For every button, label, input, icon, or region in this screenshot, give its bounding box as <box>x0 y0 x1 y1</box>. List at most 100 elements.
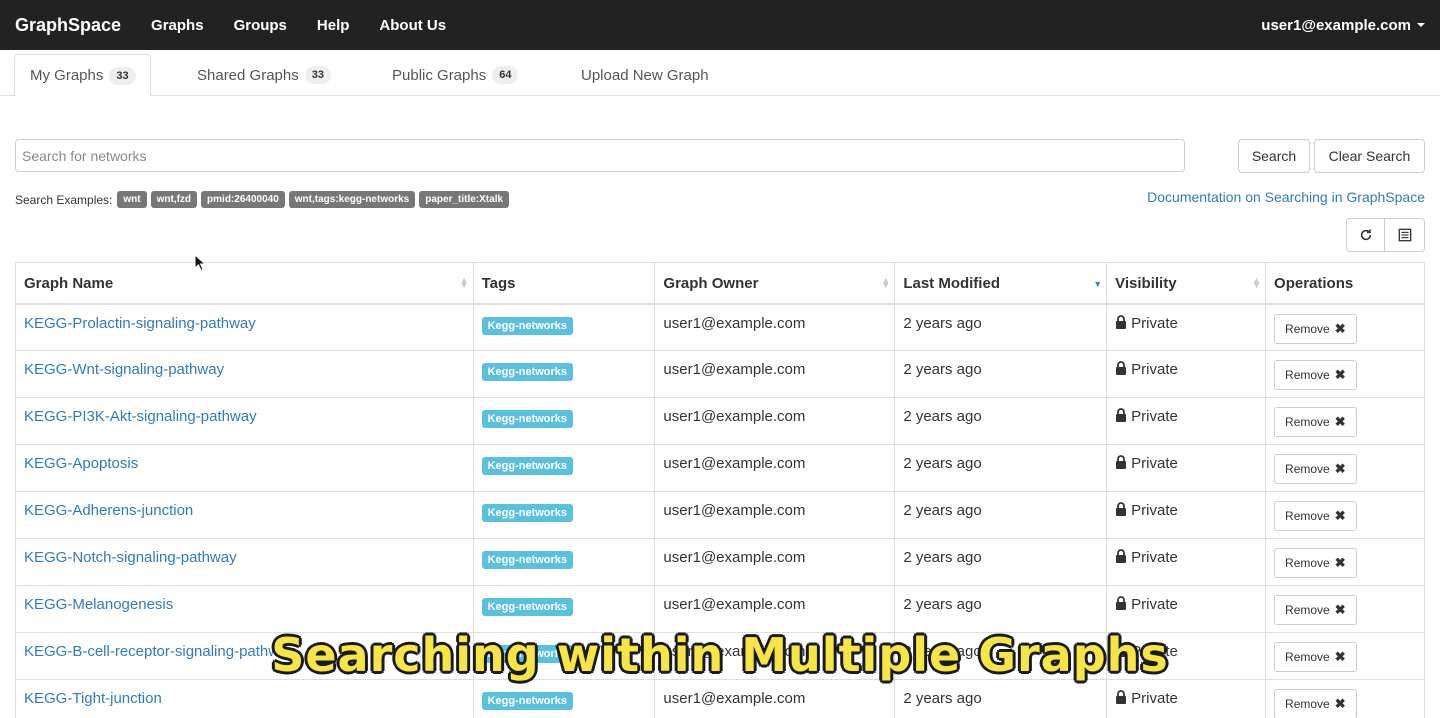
tab-my-graphs[interactable]: My Graphs 33 <box>14 54 151 97</box>
table-row: KEGG-PI3K-Akt-signaling-pathway Kegg-netw… <box>15 397 1425 445</box>
modified-cell: 2 years ago <box>894 444 1108 492</box>
close-icon: ✖ <box>1334 555 1346 570</box>
brand-logo[interactable]: GraphSpace <box>15 15 121 36</box>
sort-icon: ▲ ▼ <box>1252 275 1262 290</box>
columns-toggle-button[interactable] <box>1385 218 1425 252</box>
search-examples-label: Search Examples: <box>15 192 113 207</box>
close-icon: ✖ <box>1334 414 1346 429</box>
owner-cell: user1@example.com <box>654 632 896 680</box>
owner-cell: user1@example.com <box>654 444 896 492</box>
graph-name-cell: KEGG-Adherens-junction <box>15 491 474 539</box>
clear-search-button[interactable]: Clear Search <box>1314 139 1425 173</box>
last-modified: 2 years ago <box>903 549 982 566</box>
remove-button[interactable]: Remove ✖ <box>1274 454 1357 484</box>
count-badge: 33 <box>304 66 331 84</box>
close-icon: ✖ <box>1334 508 1346 523</box>
nav-link-graphs[interactable]: Graphs <box>136 17 219 34</box>
graph-name-link[interactable]: KEGG-Adherens-junction <box>24 502 193 519</box>
operations-cell: Remove ✖ <box>1265 585 1425 633</box>
modified-cell: 2 years ago <box>894 303 1108 351</box>
close-icon: ✖ <box>1334 649 1346 664</box>
modified-cell: 2 years ago <box>894 538 1108 586</box>
remove-button[interactable]: Remove ✖ <box>1274 313 1357 344</box>
tag-badge[interactable]: Kegg-networks <box>481 457 574 475</box>
search-documentation-link[interactable]: Documentation on Searching in GraphSpace <box>1147 189 1425 205</box>
search-button[interactable]: Search <box>1238 139 1310 173</box>
operations-cell: Remove ✖ <box>1265 350 1425 398</box>
close-icon: ✖ <box>1334 602 1346 617</box>
tab-public-graphs[interactable]: Public Graphs 64 <box>392 54 519 96</box>
graph-name-link[interactable]: KEGG-Melanogenesis <box>24 596 173 613</box>
nav-link-help[interactable]: Help <box>302 17 365 34</box>
visibility-cell: Private <box>1106 632 1267 680</box>
column-header-graph-owner[interactable]: Graph Owner ▲ ▼ <box>654 262 896 305</box>
search-example-chip[interactable]: wnt,fzd <box>150 191 198 208</box>
graph-name-cell: KEGG-Notch-signaling-pathway <box>15 538 474 586</box>
count-badge: 64 <box>492 66 519 84</box>
lock-icon <box>1116 361 1127 375</box>
column-header-visibility[interactable]: Visibility ▲ ▼ <box>1106 262 1267 305</box>
tab-upload-new-graph[interactable]: Upload New Graph <box>581 54 709 96</box>
nav-link-groups[interactable]: Groups <box>219 17 302 34</box>
search-input[interactable] <box>15 139 1185 172</box>
search-example-chip[interactable]: wnt <box>117 191 147 208</box>
graph-name-link[interactable]: KEGG-Apoptosis <box>24 455 138 472</box>
table-row: KEGG-Prolactin-signaling-pathway Kegg-net… <box>15 303 1425 351</box>
search-example-chip[interactable]: pmid:26400040 <box>201 191 285 208</box>
search-example-chip[interactable]: paper_title:Xtalk <box>419 191 510 208</box>
search-example-chip[interactable]: wnt,tags:kegg-networks <box>288 191 416 208</box>
tag-badge[interactable]: Kegg-networks <box>481 645 574 663</box>
sort-icon: ▲ ▼ <box>881 275 891 290</box>
modified-cell: 2 years ago <box>894 679 1108 718</box>
modified-cell: 2 years ago <box>894 397 1108 445</box>
tag-badge[interactable]: Kegg-networks <box>481 316 574 335</box>
last-modified: 2 years ago <box>903 455 982 472</box>
remove-button[interactable]: Remove ✖ <box>1274 642 1357 672</box>
remove-button[interactable]: Remove ✖ <box>1274 407 1357 437</box>
graph-name-link[interactable]: KEGG-Notch-signaling-pathway <box>24 549 237 566</box>
graph-owner: user1@example.com <box>663 314 806 332</box>
tag-badge[interactable]: Kegg-networks <box>481 504 574 522</box>
visibility-label: Private <box>1131 455 1178 472</box>
column-header-last-modified[interactable]: Last Modified ▼ <box>894 262 1108 305</box>
visibility-label: Private <box>1131 361 1178 378</box>
graph-name-link[interactable]: KEGG-Prolactin-signaling-pathway <box>24 315 256 332</box>
table-row: KEGG-Melanogenesis Kegg-networks user1@exa… <box>15 585 1425 633</box>
remove-button[interactable]: Remove ✖ <box>1274 689 1357 718</box>
operations-cell: Remove ✖ <box>1265 397 1425 445</box>
graph-name-link[interactable]: KEGG-PI3K-Akt-signaling-pathway <box>24 408 257 425</box>
visibility-cell: Private <box>1106 585 1267 633</box>
graph-name-link[interactable]: KEGG-Wnt-signaling-pathway <box>24 361 224 378</box>
lock-icon <box>1116 690 1127 704</box>
nav-link-about-us[interactable]: About Us <box>364 17 461 34</box>
graph-name-link[interactable]: KEGG-B-cell-receptor-signaling-pathway <box>24 643 295 660</box>
graph-owner: user1@example.com <box>663 596 806 613</box>
user-menu[interactable]: user1@example.com <box>1261 0 1425 50</box>
tag-badge[interactable]: Kegg-networks <box>481 551 574 569</box>
column-header-operations: Operations <box>1265 262 1425 305</box>
refresh-button[interactable] <box>1346 218 1385 252</box>
visibility-label: Private <box>1131 314 1178 332</box>
graph-name-link[interactable]: KEGG-Tight-junction <box>24 690 162 707</box>
modified-cell: 2 years ago <box>894 491 1108 539</box>
operations-cell: Remove ✖ <box>1265 538 1425 586</box>
column-header-graph-name[interactable]: Graph Name ▲ ▼ <box>15 262 474 305</box>
remove-button[interactable]: Remove ✖ <box>1274 548 1357 578</box>
graph-tabs: My Graphs 33 Shared Graphs 33 Public Gra… <box>0 50 1440 97</box>
last-modified: 2 years ago <box>903 690 982 707</box>
owner-cell: user1@example.com <box>654 350 896 398</box>
remove-button[interactable]: Remove ✖ <box>1274 501 1357 531</box>
remove-label: Remove <box>1285 509 1330 523</box>
visibility-cell: Private <box>1106 538 1267 586</box>
tab-label: Upload New Graph <box>581 66 709 84</box>
tag-badge[interactable]: Kegg-networks <box>481 363 574 381</box>
tab-shared-graphs[interactable]: Shared Graphs 33 <box>197 54 331 96</box>
visibility-label: Private <box>1131 596 1178 613</box>
remove-button[interactable]: Remove ✖ <box>1274 595 1357 625</box>
tag-badge[interactable]: Kegg-networks <box>481 410 574 428</box>
tag-badge[interactable]: Kegg-networks <box>481 692 574 710</box>
remove-button[interactable]: Remove ✖ <box>1274 360 1357 390</box>
tag-badge[interactable]: Kegg-networks <box>481 598 574 616</box>
graph-owner: user1@example.com <box>663 455 806 472</box>
refresh-icon <box>1360 229 1371 241</box>
